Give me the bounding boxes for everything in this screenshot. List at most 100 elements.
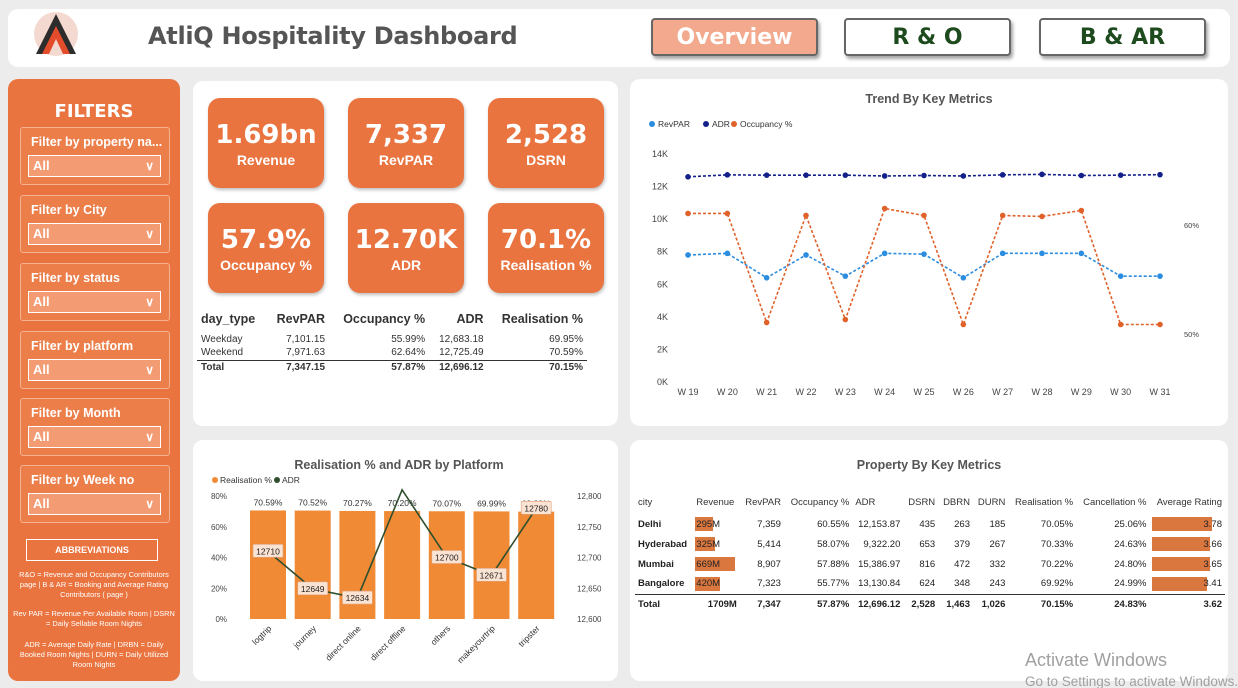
- data-point: [881, 250, 888, 257]
- canc-cell: 24.80%: [1114, 558, 1147, 570]
- chevron-down-icon: ∨: [145, 159, 154, 173]
- data-point: [685, 210, 691, 217]
- filter-label: Filter by property na...: [31, 135, 163, 149]
- y-tick-label: 40%: [211, 554, 227, 563]
- city-select[interactable]: All ∨: [28, 223, 161, 245]
- data-point: [763, 172, 770, 178]
- legend-marker: [274, 477, 280, 483]
- atliq-logo-icon: [34, 12, 78, 56]
- platform-select[interactable]: All ∨: [28, 359, 161, 381]
- rating-bar-cell: 3.65: [1150, 554, 1226, 574]
- data-point: [803, 212, 809, 219]
- rating-bar: [1151, 537, 1211, 551]
- durn-cell: 243: [989, 578, 1006, 590]
- table-row: Mumbai 669M 8,907 57.88% 15,386.97 816 472 332 7…: [635, 554, 1225, 574]
- y2-tick-label: 50%: [1184, 330, 1199, 339]
- dsrn-cell: 653: [919, 538, 936, 550]
- dbrn-cell: 472: [954, 558, 970, 570]
- data-point: [1117, 172, 1124, 178]
- data-point: [842, 316, 849, 323]
- overview-button[interactable]: Overview: [651, 18, 818, 56]
- dsrn-cell: 816: [919, 558, 936, 570]
- revenue-bar-cell: 420M: [695, 577, 721, 591]
- x-tick-label: W 22: [795, 387, 816, 397]
- table-row: Bangalore 420M 7,323 55.77% 13,130.84 624 348 2…: [635, 574, 1225, 594]
- data-point: [960, 274, 967, 281]
- filter-platform: Filter by platform All ∨: [20, 331, 170, 389]
- r-and-o-button[interactable]: R & O: [844, 18, 1011, 56]
- x-tick-label: direct offline: [368, 623, 408, 663]
- kpi-revenue: 1.69bn Revenue: [208, 98, 324, 188]
- legend-label: ADR: [282, 475, 300, 485]
- occ-cell: 58.07%: [817, 538, 850, 550]
- day-type-table: day_type RevPAR Occupancy % ADR Realisat…: [197, 306, 587, 374]
- dbrn-cell: 1,463: [938, 593, 973, 614]
- y2-tick-label: 60%: [1184, 221, 1199, 230]
- revpar-cell: 5,414: [757, 538, 781, 550]
- filter-week: Filter by Week no All ∨: [20, 465, 170, 523]
- y-tick-label: 2K: [657, 344, 668, 354]
- legend-marker: [731, 121, 737, 127]
- filter-label: Filter by status: [31, 271, 120, 285]
- property-select[interactable]: All ∨: [28, 155, 161, 177]
- watermark-subtitle: Go to Settings to activate Windows.: [1025, 674, 1238, 688]
- property-title: Property By Key Metrics: [856, 458, 1002, 472]
- table-header-row: day_type RevPAR Occupancy % ADR Realisat…: [201, 312, 583, 326]
- city-cell: Delhi: [638, 518, 662, 530]
- app-title: AtliQ Hospitality Dashboard: [148, 22, 518, 50]
- filter-month: Filter by Month All ∨: [20, 398, 170, 456]
- data-point: [921, 212, 927, 219]
- filter-label: Filter by Week no: [31, 473, 135, 487]
- abbreviation-note: Rev PAR = Revenue Per Available Room | D…: [13, 609, 175, 628]
- data-point: [999, 172, 1006, 178]
- x-tick-label: W 21: [756, 387, 777, 397]
- bar-data-label: 70.52%: [298, 498, 327, 508]
- data-point: [921, 172, 927, 179]
- data-point: [1078, 207, 1085, 214]
- city-cell: Bangalore: [638, 578, 685, 590]
- b-and-ar-button[interactable]: B & AR: [1039, 18, 1206, 56]
- filters-title: FILTERS: [54, 101, 134, 122]
- status-select[interactable]: All ∨: [28, 291, 161, 313]
- kpi-adr: 12.70K ADR: [348, 203, 464, 293]
- filters-panel: FILTERS Filter by property na... All ∨ Fi…: [8, 79, 180, 681]
- y-tick-label: 6K: [657, 279, 668, 289]
- y-tick-label: 14K: [652, 149, 668, 159]
- data-point: [1039, 171, 1045, 178]
- rating-bar: [1151, 577, 1207, 591]
- real-cell: 70.15%: [1008, 593, 1077, 614]
- data-point: [842, 172, 849, 178]
- data-point: [1117, 273, 1124, 279]
- filter-label: Filter by Month: [31, 406, 121, 420]
- table-total-row: Total 7,347.15 57.87% 12,696.12 70.15%: [197, 359, 587, 374]
- bar-others: [428, 511, 465, 619]
- property-table: city Revenue RevPAR Occupancy % ADR DSRN…: [635, 490, 1225, 614]
- platform-chart: Realisation % ADR 0% 12,600 20% 12,650 40% 12,7…: [211, 475, 602, 665]
- legend-marker: [703, 121, 709, 127]
- x-tick-label: W 19: [677, 387, 698, 397]
- x-tick-label: W 28: [1031, 387, 1052, 397]
- x-tick-label: journey: [291, 623, 319, 651]
- legend-label: ADR: [712, 119, 730, 129]
- table-row: Delhi 295M 7,359 60.55% 12,153.87 435 263 185 70…: [635, 514, 1225, 534]
- kpi-dsrn: 2,528 DSRN: [488, 98, 604, 188]
- legend-label: Occupancy %: [740, 119, 793, 129]
- adr-data-label: 12710: [256, 546, 280, 556]
- month-select[interactable]: All ∨: [28, 426, 161, 448]
- chevron-down-icon: ∨: [145, 227, 154, 241]
- abbreviations-button[interactable]: ABBREVIATIONS: [26, 539, 158, 561]
- chevron-down-icon: ∨: [145, 430, 154, 444]
- canc-cell: 24.63%: [1114, 538, 1147, 550]
- data-point: [724, 250, 731, 257]
- adr-data-label: 12700: [435, 553, 459, 563]
- y2-tick-label: 12,650: [577, 584, 602, 593]
- occ-cell: 57.88%: [817, 558, 850, 570]
- week-select[interactable]: All ∨: [28, 493, 161, 515]
- data-point: [803, 172, 809, 178]
- y-tick-label: 80%: [211, 492, 227, 501]
- revpar-cell: 7,359: [757, 518, 781, 530]
- dsrn-cell: 2,528: [903, 593, 939, 614]
- data-point: [999, 212, 1006, 219]
- x-tick-label: W 20: [717, 387, 738, 397]
- y-tick-label: 60%: [211, 523, 227, 532]
